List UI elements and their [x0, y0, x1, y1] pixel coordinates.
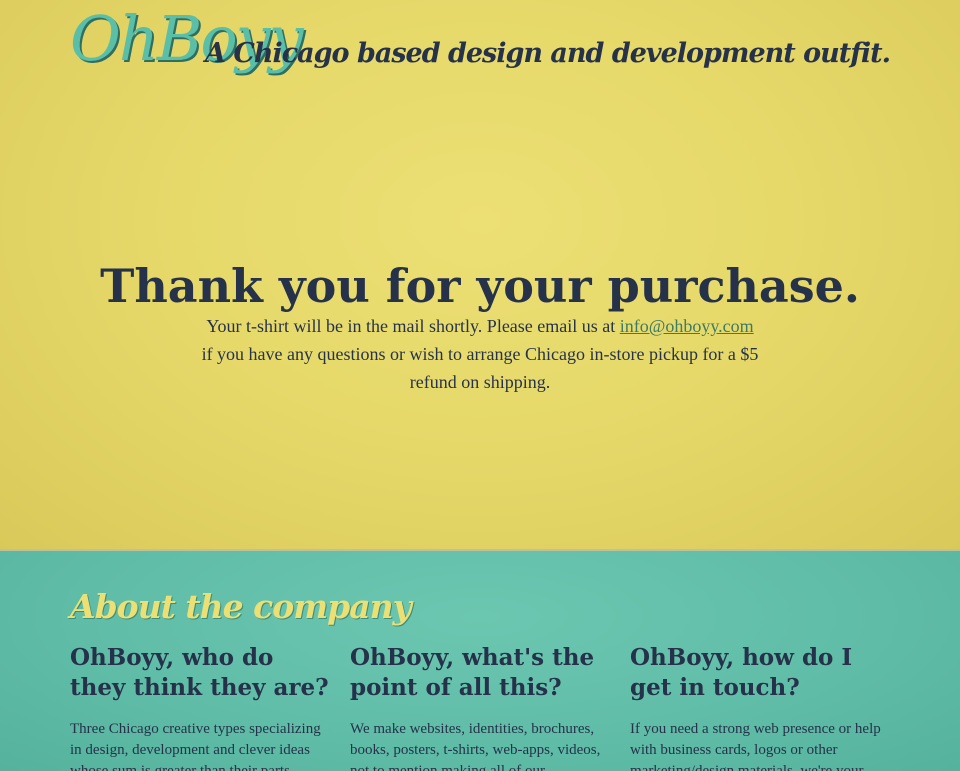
about-heading: About the company [70, 587, 412, 626]
about-column-contact: OhBoyy, how do I get in touch? If you ne… [630, 643, 892, 771]
column-text: We make websites, identities, brochures,… [350, 721, 601, 771]
hero-section: OhBoyy A Chicago based design and develo… [0, 0, 960, 550]
about-column-point: OhBoyy, what's the point of all this? We… [350, 643, 612, 771]
site-tagline: A Chicago based design and development o… [205, 38, 891, 69]
message-text-before: Your t-shirt will be in the mail shortly… [206, 316, 620, 336]
column-text: Three Chicago creative types specializin… [70, 721, 321, 771]
about-company-section: About the company OhBoyy, who do they th… [0, 551, 960, 771]
column-title: OhBoyy, how do I get in touch? [630, 644, 853, 701]
column-title: OhBoyy, what's the point of all this? [350, 644, 595, 701]
email-link[interactable]: info@ohboyy.com [620, 316, 754, 336]
purchase-message: Your t-shirt will be in the mail shortly… [200, 312, 760, 396]
column-text: If you need a strong web presence or hel… [630, 721, 881, 771]
message-text-after: if you have any questions or wish to arr… [201, 344, 759, 392]
about-column-who: OhBoyy, who do they think they are? Thre… [70, 643, 332, 771]
thank-you-heading: Thank you for your purchase. [100, 258, 860, 313]
column-title: OhBoyy, who do they think they are? [70, 644, 329, 701]
